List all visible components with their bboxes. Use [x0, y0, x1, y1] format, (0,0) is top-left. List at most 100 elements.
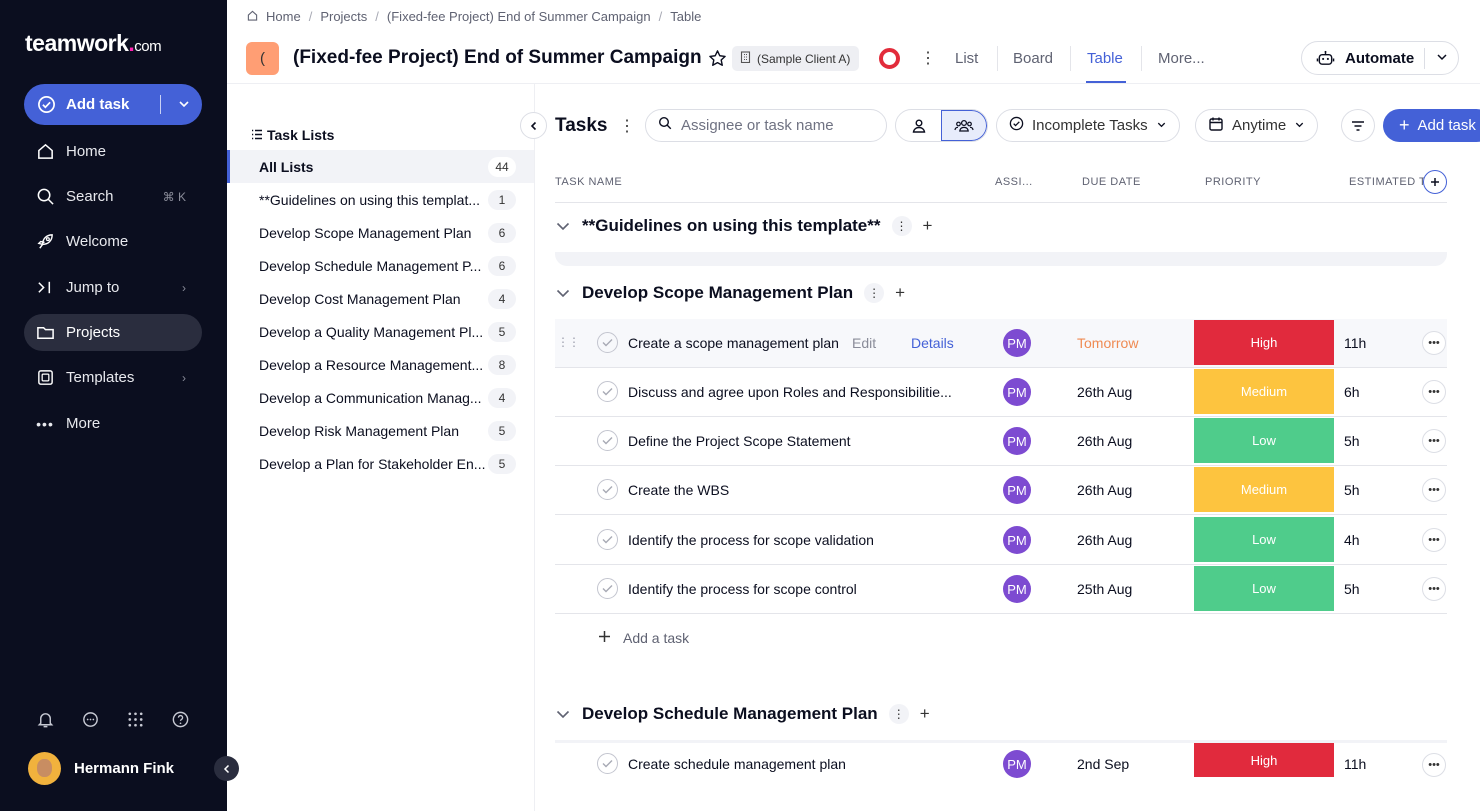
chevron-down-icon[interactable]: [555, 285, 573, 301]
due-date[interactable]: 26th Aug: [1077, 384, 1132, 400]
due-date[interactable]: 25th Aug: [1077, 581, 1132, 597]
task-list-item[interactable]: Develop a Resource Management... 8: [227, 348, 534, 381]
date-range-filter[interactable]: Anytime: [1195, 109, 1319, 142]
client-badge[interactable]: (Sample Client A): [732, 46, 860, 71]
edit-link[interactable]: Edit: [852, 335, 876, 351]
tab-list[interactable]: List: [955, 50, 978, 67]
complete-checkbox[interactable]: [597, 529, 618, 550]
tab-table[interactable]: Table: [1087, 50, 1123, 67]
assignee-avatar[interactable]: PM: [1003, 329, 1031, 357]
task-list-item[interactable]: **Guidelines on using this templat... 1: [227, 183, 534, 216]
filter-icon[interactable]: [1341, 109, 1375, 142]
collapse-sidebar-button[interactable]: [214, 756, 239, 781]
task-name[interactable]: Identify the process for scope control: [628, 581, 857, 597]
complete-checkbox[interactable]: [597, 479, 618, 500]
breadcrumb-home[interactable]: Home: [266, 9, 301, 24]
group-options-icon[interactable]: ⋮: [888, 704, 909, 724]
due-date[interactable]: Tomorrow: [1077, 335, 1138, 351]
task-name[interactable]: Discuss and agree upon Roles and Respons…: [628, 384, 952, 400]
task-list-item[interactable]: Develop Scope Management Plan 6: [227, 216, 534, 249]
add-task-to-group-icon[interactable]: +: [918, 216, 938, 236]
task-name[interactable]: Create schedule management plan: [628, 756, 846, 772]
estimated-time[interactable]: 5h: [1344, 482, 1360, 498]
task-name[interactable]: Create the WBS: [628, 482, 729, 498]
star-icon[interactable]: [706, 47, 728, 69]
row-more-icon[interactable]: •••: [1422, 478, 1446, 502]
estimated-time[interactable]: 6h: [1344, 384, 1360, 400]
tasks-options-icon[interactable]: ⋮: [619, 116, 635, 136]
table-row[interactable]: Create schedule management plan PM 2nd S…: [555, 740, 1447, 789]
help-icon[interactable]: [169, 708, 191, 730]
automate-button[interactable]: Automate: [1301, 41, 1459, 75]
sidebar-item-home[interactable]: Home: [24, 133, 202, 170]
due-date[interactable]: 26th Aug: [1077, 532, 1132, 548]
logo[interactable]: teamwork.com: [25, 30, 162, 57]
estimated-time[interactable]: 4h: [1344, 532, 1360, 548]
column-assignee[interactable]: ASSI...: [995, 176, 1033, 188]
breadcrumb-project[interactable]: (Fixed-fee Project) End of Summer Campai…: [387, 9, 651, 24]
search-input[interactable]: [681, 117, 871, 134]
task-name[interactable]: Identify the process for scope validatio…: [628, 532, 874, 548]
complete-checkbox[interactable]: [597, 332, 618, 353]
complete-checkbox[interactable]: [597, 578, 618, 599]
sidebar-item-search[interactable]: Search ⌘ K: [24, 178, 202, 215]
priority-badge[interactable]: Medium: [1194, 467, 1334, 512]
table-row[interactable]: ⋮⋮ Create a scope management plan Edit D…: [555, 319, 1447, 368]
complete-checkbox[interactable]: [597, 430, 618, 451]
project-options-icon[interactable]: ⋮: [920, 48, 936, 68]
search-field[interactable]: [645, 109, 887, 142]
task-list-item[interactable]: Develop Schedule Management P... 6: [227, 249, 534, 282]
group-options-icon[interactable]: ⋮: [864, 283, 885, 303]
estimated-time[interactable]: 11h: [1344, 756, 1366, 772]
row-more-icon[interactable]: •••: [1422, 528, 1446, 552]
complete-checkbox[interactable]: [597, 381, 618, 402]
estimated-time[interactable]: 5h: [1344, 581, 1360, 597]
priority-badge[interactable]: High: [1194, 320, 1334, 365]
apps-grid-icon[interactable]: [124, 708, 146, 730]
assignee-avatar[interactable]: PM: [1003, 526, 1031, 554]
task-list-item[interactable]: Develop a Communication Manag... 4: [227, 381, 534, 414]
sidebar-item-templates[interactable]: Templates ›: [24, 359, 202, 396]
chevron-down-icon[interactable]: [555, 218, 573, 234]
column-priority[interactable]: PRIORITY: [1205, 176, 1261, 188]
priority-badge[interactable]: Low: [1194, 566, 1334, 611]
assignee-avatar[interactable]: PM: [1003, 378, 1031, 406]
tab-more[interactable]: More...: [1158, 50, 1205, 67]
collapse-task-lists-button[interactable]: [520, 112, 547, 139]
task-name[interactable]: Define the Project Scope Statement: [628, 433, 851, 449]
priority-badge[interactable]: Medium: [1194, 369, 1334, 414]
incomplete-tasks-filter[interactable]: Incomplete Tasks: [996, 109, 1180, 142]
column-due-date[interactable]: DUE DATE: [1082, 176, 1141, 188]
chevron-down-icon[interactable]: [555, 706, 573, 722]
chevron-down-icon[interactable]: [174, 94, 194, 114]
sidebar-item-jump-to[interactable]: Jump to ›: [24, 269, 202, 306]
details-link[interactable]: Details: [911, 335, 954, 351]
assignee-avatar[interactable]: PM: [1003, 476, 1031, 504]
bell-icon[interactable]: [34, 708, 56, 730]
estimated-time[interactable]: 11h: [1344, 335, 1366, 351]
add-a-task-button[interactable]: Add a task: [598, 630, 689, 646]
sidebar-item-more[interactable]: ••• More: [24, 405, 202, 442]
row-more-icon[interactable]: •••: [1422, 331, 1446, 355]
assignee-avatar[interactable]: PM: [1003, 575, 1031, 603]
priority-badge[interactable]: Low: [1194, 517, 1334, 562]
project-status-icon[interactable]: [879, 48, 900, 69]
due-date[interactable]: 26th Aug: [1077, 433, 1132, 449]
single-user-icon[interactable]: [896, 110, 941, 141]
table-row[interactable]: Discuss and agree upon Roles and Respons…: [555, 368, 1447, 417]
user-profile[interactable]: Hermann Fink: [28, 752, 174, 785]
column-estimated-time[interactable]: ESTIMATED T: [1349, 176, 1424, 188]
row-more-icon[interactable]: •••: [1422, 753, 1446, 777]
breadcrumb-projects[interactable]: Projects: [320, 9, 367, 24]
column-task-name[interactable]: TASK NAME: [555, 176, 622, 188]
sidebar-item-welcome[interactable]: Welcome: [24, 223, 202, 260]
add-task-to-group-icon[interactable]: +: [915, 704, 935, 724]
add-task-to-group-icon[interactable]: +: [890, 283, 910, 303]
table-row[interactable]: Create the WBS PM 26th Aug Medium 5h •••: [555, 466, 1447, 515]
complete-checkbox[interactable]: [597, 753, 618, 774]
chat-icon[interactable]: [79, 708, 101, 730]
task-list-item[interactable]: Develop a Quality Management Pl... 5: [227, 315, 534, 348]
due-date[interactable]: 26th Aug: [1077, 482, 1132, 498]
task-name[interactable]: Create a scope management plan: [628, 335, 839, 351]
row-more-icon[interactable]: •••: [1422, 429, 1446, 453]
